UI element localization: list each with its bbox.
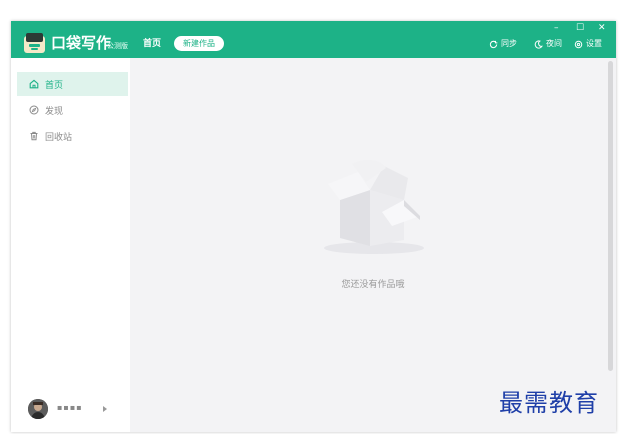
sync-icon	[489, 40, 498, 48]
settings-label: 设置	[586, 39, 602, 48]
header-nav-home[interactable]: 首页	[143, 38, 161, 50]
chevron-right-icon[interactable]	[103, 406, 107, 412]
title-bar: 口袋写作 公测版 首页 新建作品 – ☐ ✕ 同步 夜间 设置	[11, 21, 616, 58]
sidebar-item-home[interactable]: 首页	[17, 72, 128, 96]
content-scrollbar[interactable]	[608, 61, 613, 371]
new-work-button[interactable]: 新建作品	[174, 36, 224, 51]
trash-icon	[30, 131, 38, 141]
avatar-image	[28, 399, 48, 419]
close-button[interactable]: ✕	[598, 23, 606, 34]
app-logo-icon	[24, 33, 45, 53]
app-name: 口袋写作	[51, 34, 112, 52]
compass-icon	[29, 105, 39, 115]
maximize-button[interactable]: ☐	[576, 23, 584, 34]
moon-icon	[534, 39, 543, 49]
night-mode-button[interactable]: 夜间	[534, 38, 562, 50]
avatar[interactable]	[28, 399, 48, 419]
minimize-button[interactable]: –	[554, 23, 559, 34]
empty-box-illustration	[324, 160, 424, 254]
watermark: 最需教育	[499, 389, 599, 417]
night-label: 夜间	[546, 39, 562, 48]
sync-label: 同步	[501, 39, 517, 48]
sidebar-item-label: 首页	[45, 80, 64, 91]
settings-button[interactable]: 设置	[574, 38, 602, 50]
gear-icon	[574, 40, 583, 48]
sidebar: 首页 发现 回收站 ▪▪▪▪	[11, 58, 130, 432]
sidebar-item-trash[interactable]: 回收站	[17, 124, 128, 148]
sync-button[interactable]: 同步	[489, 38, 517, 50]
empty-state-message: 您还没有作品哦	[341, 280, 405, 290]
app-window: 口袋写作 公测版 首页 新建作品 – ☐ ✕ 同步 夜间 设置 首页 发现 回收…	[11, 21, 616, 432]
app-badge: 公测版	[107, 42, 128, 50]
main-content: 您还没有作品哦	[130, 58, 616, 432]
home-icon	[29, 79, 39, 89]
user-name[interactable]: ▪▪▪▪	[57, 402, 83, 414]
sidebar-item-label: 发现	[45, 106, 64, 117]
sidebar-item-discover[interactable]: 发现	[17, 98, 128, 122]
sidebar-item-label: 回收站	[45, 132, 73, 143]
